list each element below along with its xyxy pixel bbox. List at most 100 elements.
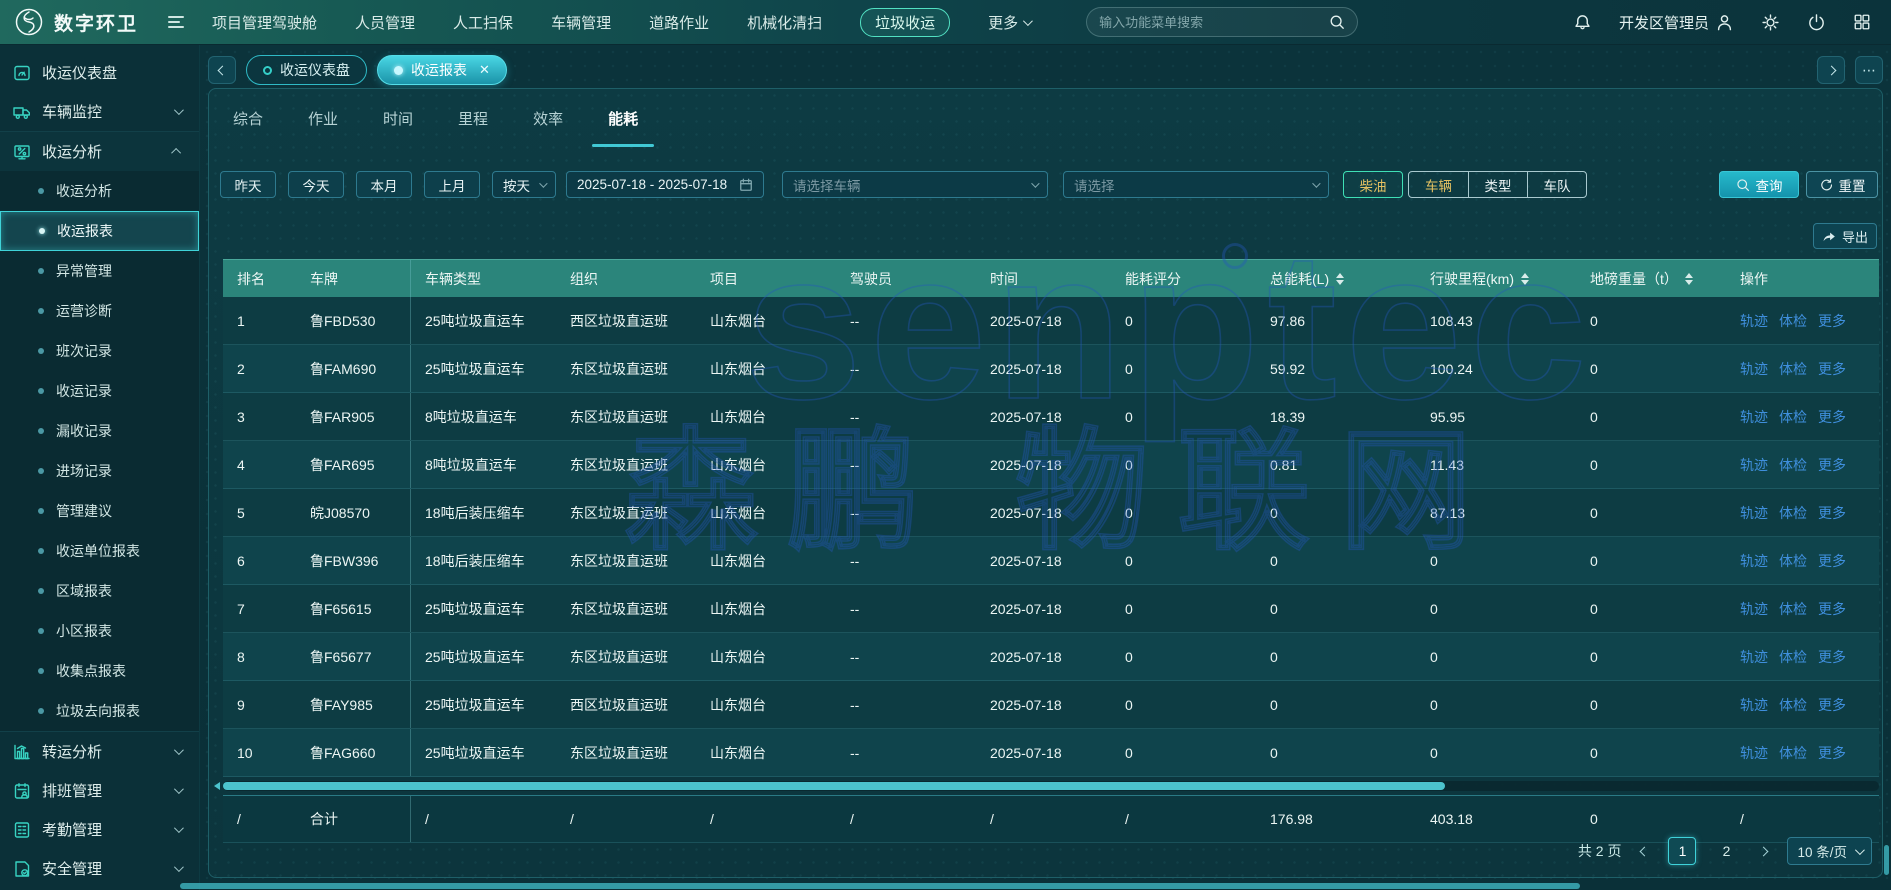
generic-select[interactable]: 请选择 [1063, 171, 1329, 198]
sidebar-item-收运仪表盘[interactable]: 收运仪表盘 [0, 53, 199, 92]
sidebar-subitem-运营诊断[interactable]: 运营诊断 [0, 291, 199, 331]
action-link-更多[interactable]: 更多 [1818, 455, 1846, 475]
nav-item-道路作业[interactable]: 道路作业 [649, 12, 709, 33]
search-input[interactable] [1099, 15, 1329, 30]
group-by-类型[interactable]: 类型 [1468, 172, 1527, 197]
action-link-体检[interactable]: 体检 [1779, 743, 1807, 763]
group-by-车队[interactable]: 车队 [1527, 172, 1586, 197]
subtab-里程[interactable]: 里程 [458, 104, 488, 133]
scrollbar-thumb[interactable] [223, 782, 1445, 790]
sort-icon[interactable] [1685, 273, 1693, 285]
sidebar-item-排班管理[interactable]: 排班管理 [0, 771, 199, 810]
action-link-更多[interactable]: 更多 [1818, 359, 1846, 379]
sidebar-subitem-管理建议[interactable]: 管理建议 [0, 491, 199, 531]
action-link-体检[interactable]: 体检 [1779, 551, 1807, 571]
search-icon[interactable] [1329, 14, 1345, 30]
sidebar-subitem-小区报表[interactable]: 小区报表 [0, 611, 199, 651]
page-size-select[interactable]: 10 条/页 [1787, 837, 1872, 865]
nav-item-人员管理[interactable]: 人员管理 [355, 12, 415, 33]
quick-filter-上月[interactable]: 上月 [424, 171, 480, 198]
action-link-更多[interactable]: 更多 [1818, 599, 1846, 619]
action-link-轨迹[interactable]: 轨迹 [1740, 647, 1768, 667]
sidebar-item-车辆监控[interactable]: 车辆监控 [0, 92, 199, 131]
action-link-体检[interactable]: 体检 [1779, 599, 1807, 619]
action-link-更多[interactable]: 更多 [1818, 743, 1846, 763]
fuel-type-button[interactable]: 柴油 [1343, 171, 1403, 198]
subtab-作业[interactable]: 作业 [308, 104, 338, 133]
export-button[interactable]: 导出 [1813, 223, 1877, 249]
action-link-轨迹[interactable]: 轨迹 [1740, 359, 1768, 379]
sidebar-subitem-漏收记录[interactable]: 漏收记录 [0, 411, 199, 451]
action-link-轨迹[interactable]: 轨迹 [1740, 599, 1768, 619]
sidebar-item-收运分析[interactable]: 收运分析 [0, 132, 199, 171]
sidebar-item-考勤管理[interactable]: 考勤管理 [0, 810, 199, 849]
sidebar-subitem-收运单位报表[interactable]: 收运单位报表 [0, 531, 199, 571]
action-link-更多[interactable]: 更多 [1818, 503, 1846, 523]
subtab-时间[interactable]: 时间 [383, 104, 413, 133]
nav-item-垃圾收运[interactable]: 垃圾收运 [860, 8, 950, 37]
action-link-轨迹[interactable]: 轨迹 [1740, 407, 1768, 427]
settings-gear-icon[interactable] [1761, 13, 1780, 32]
quick-filter-本月[interactable]: 本月 [356, 171, 412, 198]
reset-button[interactable]: 重置 [1806, 171, 1878, 198]
sidebar-item-转运分析[interactable]: 转运分析 [0, 732, 199, 771]
action-link-更多[interactable]: 更多 [1818, 647, 1846, 667]
sidebar-subitem-收运报表[interactable]: 收运报表 [0, 211, 199, 251]
tab-收运报表[interactable]: 收运报表✕ [377, 55, 507, 85]
pagination-page-1[interactable]: 1 [1668, 837, 1696, 865]
sort-icon[interactable] [1521, 273, 1529, 285]
sidebar-subitem-进场记录[interactable]: 进场记录 [0, 451, 199, 491]
nav-item-机械化清扫[interactable]: 机械化清扫 [747, 12, 822, 33]
vehicle-select[interactable]: 请选择车辆 [782, 171, 1048, 198]
nav-item-项目管理驾驶舱[interactable]: 项目管理驾驶舱 [212, 12, 317, 33]
action-link-更多[interactable]: 更多 [1818, 311, 1846, 331]
tabs-more-button[interactable]: ⋯ [1855, 56, 1883, 84]
action-link-轨迹[interactable]: 轨迹 [1740, 503, 1768, 523]
action-link-体检[interactable]: 体检 [1779, 311, 1807, 331]
page-vertical-scrollbar[interactable] [1884, 845, 1889, 875]
action-link-体检[interactable]: 体检 [1779, 407, 1807, 427]
menu-collapse-icon[interactable] [168, 16, 184, 28]
action-link-更多[interactable]: 更多 [1818, 407, 1846, 427]
logout-power-icon[interactable] [1807, 13, 1826, 32]
subtab-综合[interactable]: 综合 [233, 104, 263, 133]
close-icon[interactable]: ✕ [479, 62, 490, 78]
sidebar-subitem-收集点报表[interactable]: 收集点报表 [0, 651, 199, 691]
granularity-select[interactable]: 按天 [492, 171, 556, 198]
action-link-体检[interactable]: 体检 [1779, 695, 1807, 715]
nav-item-车辆管理[interactable]: 车辆管理 [551, 12, 611, 33]
tab-收运仪表盘[interactable]: 收运仪表盘 [246, 55, 367, 85]
quick-filter-昨天[interactable]: 昨天 [220, 171, 276, 198]
sidebar-subitem-垃圾去向报表[interactable]: 垃圾去向报表 [0, 691, 199, 731]
notifications-bell-icon[interactable] [1573, 13, 1592, 32]
query-button[interactable]: 查询 [1719, 171, 1799, 198]
sidebar-subitem-班次记录[interactable]: 班次记录 [0, 331, 199, 371]
sort-icon[interactable] [1336, 273, 1344, 285]
user-account[interactable]: 开发区管理员 [1619, 12, 1734, 33]
action-link-体检[interactable]: 体检 [1779, 503, 1807, 523]
action-link-更多[interactable]: 更多 [1818, 551, 1846, 571]
group-by-车辆[interactable]: 车辆 [1409, 172, 1468, 197]
apps-grid-icon[interactable] [1853, 13, 1871, 31]
sidebar-subitem-收运记录[interactable]: 收运记录 [0, 371, 199, 411]
action-link-体检[interactable]: 体检 [1779, 647, 1807, 667]
page-horizontal-scrollbar[interactable] [180, 883, 1580, 889]
sidebar-subitem-区域报表[interactable]: 区域报表 [0, 571, 199, 611]
pagination-next-button[interactable] [1756, 848, 1771, 855]
sidebar-subitem-收运分析[interactable]: 收运分析 [0, 171, 199, 211]
action-link-轨迹[interactable]: 轨迹 [1740, 695, 1768, 715]
table-horizontal-scrollbar[interactable] [223, 781, 1879, 791]
nav-item-人工扫保[interactable]: 人工扫保 [453, 12, 513, 33]
tabs-scroll-left-button[interactable] [208, 56, 236, 84]
pagination-prev-button[interactable] [1637, 848, 1652, 855]
pagination-page-2[interactable]: 2 [1712, 837, 1740, 865]
action-link-体检[interactable]: 体检 [1779, 359, 1807, 379]
subtab-能耗[interactable]: 能耗 [608, 104, 638, 133]
date-range-picker[interactable]: 2025-07-18 - 2025-07-18 [566, 171, 764, 198]
subtab-效率[interactable]: 效率 [533, 104, 563, 133]
tabs-scroll-right-button[interactable] [1817, 56, 1845, 84]
action-link-轨迹[interactable]: 轨迹 [1740, 311, 1768, 331]
nav-item-更多[interactable]: 更多 [988, 12, 1030, 33]
action-link-更多[interactable]: 更多 [1818, 695, 1846, 715]
action-link-体检[interactable]: 体检 [1779, 455, 1807, 475]
